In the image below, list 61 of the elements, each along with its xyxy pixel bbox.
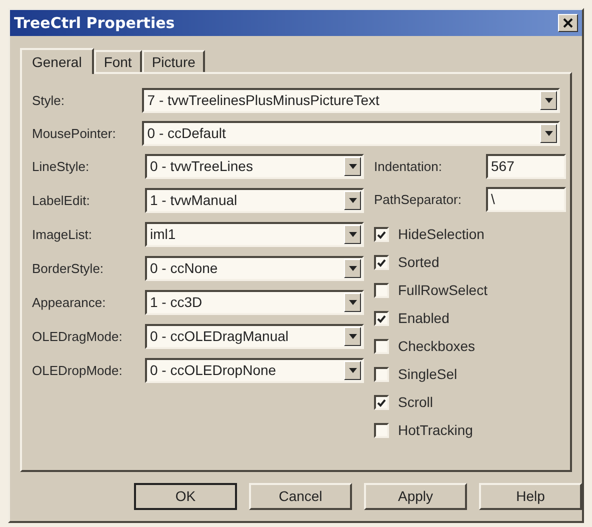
dropdown[interactable]: 0 - ccOLEDragManual xyxy=(145,324,364,349)
tab[interactable]: General xyxy=(20,48,94,74)
dialog-button[interactable]: Apply xyxy=(364,483,467,510)
window-title: TreeCtrl Properties xyxy=(14,12,175,34)
dropdown[interactable]: 0 - ccNone xyxy=(145,256,364,281)
tab[interactable]: Font xyxy=(94,50,142,72)
close-button[interactable] xyxy=(558,14,578,32)
dropdown-arrow-icon xyxy=(348,334,356,339)
dialog-button[interactable]: OK xyxy=(134,483,237,510)
dropdown[interactable]: 0 - tvwTreeLines xyxy=(145,154,364,179)
check-icon xyxy=(377,230,386,238)
input-field[interactable]: \ xyxy=(486,187,566,212)
checkbox[interactable] xyxy=(374,255,389,270)
checkbox-label: HotTracking xyxy=(398,421,473,440)
checkbox[interactable] xyxy=(374,367,389,382)
checkbox-label: Sorted xyxy=(398,253,440,272)
field-label: LabelEdit: xyxy=(32,192,91,210)
field-label: OLEDropMode: xyxy=(32,362,124,380)
field-label: Indentation: xyxy=(374,158,443,176)
checkbox-label: HideSelection xyxy=(398,225,484,244)
tab[interactable]: Picture xyxy=(142,50,206,72)
close-icon xyxy=(563,18,573,28)
checkbox[interactable] xyxy=(374,423,389,438)
input-field[interactable]: 567 xyxy=(486,154,566,179)
checkbox[interactable] xyxy=(374,283,389,298)
checkbox-label: FullRowSelect xyxy=(398,281,488,300)
field-label: Style: xyxy=(32,92,66,110)
dialog-button[interactable]: Cancel xyxy=(249,483,352,510)
dropdown-arrow-icon xyxy=(348,266,356,271)
field-label: OLEDragMode: xyxy=(32,328,124,346)
checkbox[interactable] xyxy=(374,311,389,326)
dropdown-arrow-icon xyxy=(348,368,356,373)
dropdown-arrow-icon xyxy=(544,98,552,103)
checkbox-label: SingleSel xyxy=(398,365,458,384)
field-label: LineStyle: xyxy=(32,158,90,176)
dropdown-arrow-icon xyxy=(348,300,356,305)
dialog-button[interactable]: Help xyxy=(479,483,582,510)
checkbox[interactable] xyxy=(374,395,389,410)
dropdown-arrow-icon xyxy=(348,198,356,203)
checkbox-label: Enabled xyxy=(398,309,450,328)
dropdown[interactable]: 0 - ccDefault xyxy=(142,121,560,146)
dropdown[interactable]: 1 - tvwManual xyxy=(145,188,364,213)
dropdown-arrow-icon xyxy=(544,131,552,136)
check-icon xyxy=(377,398,386,406)
check-icon xyxy=(377,258,386,266)
checkbox-label: Scroll xyxy=(398,393,434,412)
dropdown[interactable]: 0 - ccOLEDropNone xyxy=(145,358,364,383)
dropdown-arrow-icon xyxy=(348,232,356,237)
checkbox[interactable] xyxy=(374,339,389,354)
dropdown[interactable]: 7 - tvwTreelinesPlusMinusPictureText xyxy=(142,88,560,113)
field-label: BorderStyle: xyxy=(32,260,105,278)
dropdown[interactable]: iml1 xyxy=(145,222,364,247)
field-label: MousePointer: xyxy=(32,124,117,143)
dropdown-arrow-icon xyxy=(348,164,356,169)
field-label: PathSeparator: xyxy=(374,190,462,209)
dropdown[interactable]: 1 - cc3D xyxy=(145,290,364,315)
checkbox[interactable] xyxy=(374,227,389,242)
field-label: ImageList: xyxy=(32,226,93,244)
checkbox-label: Checkboxes xyxy=(398,337,476,356)
check-icon xyxy=(377,314,386,322)
field-label: Appearance: xyxy=(32,294,107,312)
